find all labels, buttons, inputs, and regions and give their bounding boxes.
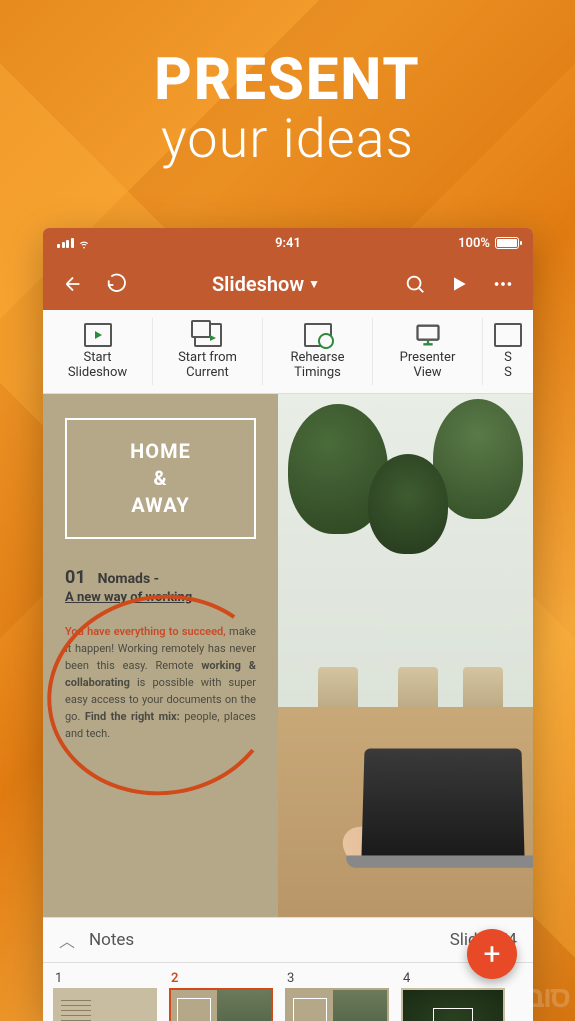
status-time: 9:41 xyxy=(211,236,365,251)
ribbon-label: S xyxy=(504,350,512,365)
slide-subtitle: Nomads - xyxy=(98,571,159,587)
notes-bar[interactable]: ︿ Notes Slide 2/4 xyxy=(43,917,533,963)
plus-icon: + xyxy=(483,937,500,972)
ribbon-overflow-item[interactable]: SS xyxy=(483,318,533,385)
start-from-current-icon xyxy=(194,323,222,347)
slide-section-number: 01 xyxy=(65,567,86,588)
ribbon-presenter-view[interactable]: PresenterView xyxy=(373,318,483,385)
slide-title-line: AWAY xyxy=(75,492,246,519)
battery-icon xyxy=(495,237,519,249)
slide-title-line: HOME xyxy=(75,438,246,465)
thumbnail-1[interactable]: 1 xyxy=(53,971,157,1021)
play-button[interactable] xyxy=(439,264,479,304)
slide-title-box: HOME & AWAY xyxy=(65,418,256,539)
back-button[interactable] xyxy=(53,264,93,304)
thumb-number: 1 xyxy=(53,971,157,986)
ribbon-label: Rehearse xyxy=(290,350,344,365)
start-slideshow-icon xyxy=(84,323,112,347)
ribbon-label: Slideshow xyxy=(68,365,127,380)
ribbon-start-slideshow[interactable]: StartSlideshow xyxy=(43,318,153,385)
notes-label: Notes xyxy=(89,930,134,950)
thumb-number: 2 xyxy=(169,971,273,986)
ribbon-rehearse-timings[interactable]: RehearseTimings xyxy=(263,318,373,385)
undo-button[interactable] xyxy=(97,264,137,304)
ribbon-label: S xyxy=(504,365,512,380)
ribbon-label: Start from xyxy=(178,350,237,365)
slide-canvas[interactable]: HOME & AWAY 01 Nomads - A new way of wor… xyxy=(43,394,533,917)
battery-percent: 100% xyxy=(458,236,490,251)
slide-title-line: & xyxy=(75,465,246,492)
promo-headline: PRESENT your ideas xyxy=(0,46,575,171)
ribbon-label: Current xyxy=(186,365,229,380)
titlebar-title: Slideshow xyxy=(212,272,304,296)
signal-icon xyxy=(57,238,74,248)
slide-paragraph: You have everything to succeed, make it … xyxy=(65,623,256,742)
rehearse-timings-icon xyxy=(304,323,332,347)
watermark: סוב xyxy=(526,981,569,1015)
thumb-number: 3 xyxy=(285,971,389,986)
titlebar-dropdown[interactable]: Slideshow ▼ xyxy=(141,272,391,296)
ribbon-label: Presenter xyxy=(400,350,456,365)
ribbon-start-from-current[interactable]: Start fromCurrent xyxy=(153,318,263,385)
wifi-icon xyxy=(77,236,91,250)
title-bar: Slideshow ▼ xyxy=(43,258,533,310)
ribbon-toolbar: StartSlideshow Start fromCurrent Rehears… xyxy=(43,310,533,394)
thumbnail-2[interactable]: 2 xyxy=(169,971,273,1021)
status-bar: 9:41 100% xyxy=(43,228,533,258)
search-button[interactable] xyxy=(395,264,435,304)
slide-subtitle2: A new way of working xyxy=(65,590,256,605)
add-slide-fab[interactable]: + xyxy=(467,929,517,979)
chevron-down-icon: ▼ xyxy=(308,277,320,291)
ribbon-label: Timings xyxy=(294,365,341,380)
slide-image-area xyxy=(278,394,533,917)
phone-frame: 9:41 100% Slideshow ▼ xyxy=(43,228,533,1021)
slide-left-panel: HOME & AWAY 01 Nomads - A new way of wor… xyxy=(43,394,278,917)
thumbnail-strip[interactable]: 1 2 3 4 xyxy=(43,963,533,1021)
ribbon-label: View xyxy=(413,365,441,380)
chevron-up-icon: ︿ xyxy=(59,928,75,952)
more-button[interactable] xyxy=(483,264,523,304)
ribbon-label: Start xyxy=(83,350,111,365)
promo-line2: your ideas xyxy=(0,108,575,171)
thumbnail-3[interactable]: 3 xyxy=(285,971,389,1021)
promo-line1: PRESENT xyxy=(0,46,575,114)
ribbon-overflow-icon xyxy=(494,323,522,347)
presenter-view-icon xyxy=(414,323,442,347)
